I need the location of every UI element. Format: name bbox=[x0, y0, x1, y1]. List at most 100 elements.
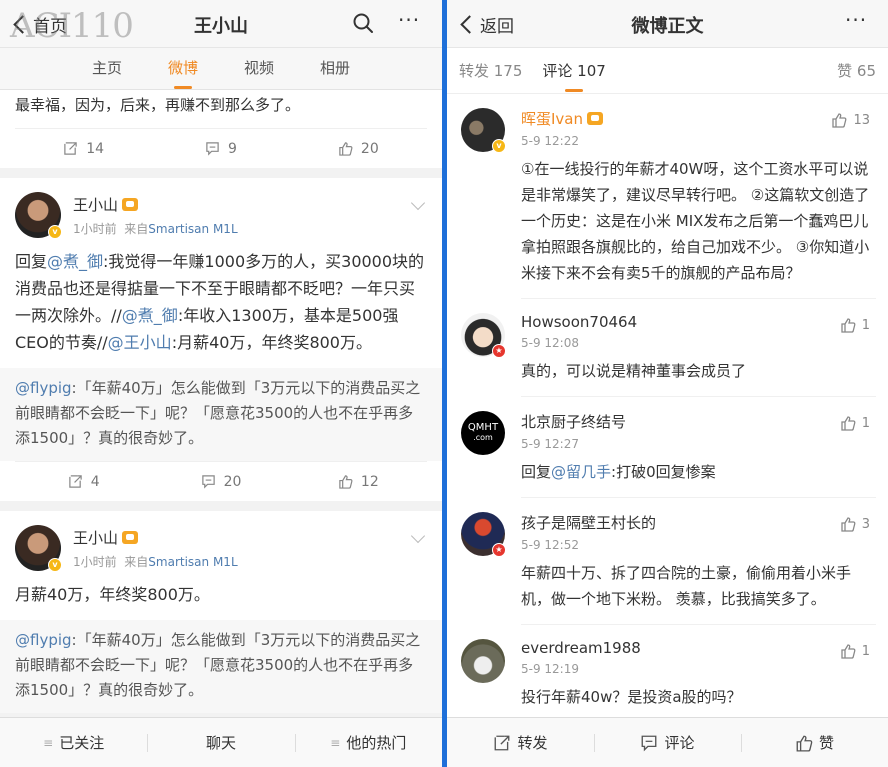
source-link[interactable]: Smartisan M1L bbox=[148, 222, 237, 236]
commenter-name[interactable]: 北京厨子终结号 bbox=[521, 411, 626, 432]
comment-button[interactable]: 9 bbox=[152, 129, 289, 168]
comment-like-count: 1 bbox=[861, 317, 870, 333]
tab-album[interactable]: 相册 bbox=[320, 48, 350, 89]
post-card: v 王小山 1小时前 来自Smartisan M1L 月薪40万，年终奖800万… bbox=[0, 511, 442, 713]
more-button[interactable]: ··· bbox=[398, 10, 420, 30]
repost-button[interactable]: 14 bbox=[15, 129, 152, 168]
mention-link[interactable]: @留几手 bbox=[551, 463, 611, 481]
comment-time: 5-9 12:52 bbox=[521, 538, 579, 552]
comment-time: 5-9 12:27 bbox=[521, 437, 579, 451]
repost-icon bbox=[68, 475, 82, 488]
tab-comments[interactable]: 评论 107 bbox=[542, 48, 606, 94]
avatar[interactable]: v bbox=[461, 108, 506, 153]
avatar[interactable]: QMHT .com bbox=[461, 411, 505, 455]
post-card: v 王小山 1小时前 来自Smartisan M1L 回复@煮_御:我觉得一年赚… bbox=[0, 178, 442, 501]
mention-link[interactable]: @flypig bbox=[15, 631, 72, 649]
text-segment: 回复 bbox=[15, 252, 48, 271]
comment-button[interactable]: 评论 bbox=[594, 732, 741, 753]
comment-like-button[interactable]: 1 bbox=[840, 317, 870, 333]
comment-item: v 晖蛋Ivan 5-9 12:22 ①在一线投行的年薪才40W呀，这个工资水平… bbox=[447, 94, 888, 299]
comment-label: 评论 bbox=[664, 734, 695, 752]
like-button[interactable]: 赞 bbox=[741, 732, 888, 753]
search-button[interactable] bbox=[352, 12, 374, 38]
search-icon bbox=[353, 13, 373, 33]
like-button[interactable]: 12 bbox=[290, 462, 427, 501]
source-link[interactable]: Smartisan M1L bbox=[148, 555, 237, 569]
repost-icon bbox=[64, 142, 77, 155]
comment-text: 回复@留几手:打破0回复惨案 bbox=[521, 459, 876, 485]
avatar[interactable]: v bbox=[15, 525, 62, 572]
comment-like-count: 1 bbox=[861, 415, 870, 431]
thumbs-up-icon bbox=[339, 475, 353, 489]
avatar[interactable]: v bbox=[15, 192, 62, 239]
author-name[interactable]: 王小山 bbox=[73, 194, 118, 215]
repost-button[interactable]: 4 bbox=[15, 462, 152, 501]
post-text: 月薪40万，年终奖800万。 bbox=[15, 585, 210, 604]
mention-link[interactable]: @flypig bbox=[15, 379, 72, 397]
commenter-name[interactable]: everdream1988 bbox=[521, 639, 641, 657]
tab-video[interactable]: 视频 bbox=[244, 48, 274, 89]
member-badge-icon: ★ bbox=[492, 344, 506, 358]
chevron-down-icon[interactable] bbox=[410, 195, 426, 211]
avatar[interactable]: ★ bbox=[461, 313, 506, 358]
commenter-name[interactable]: 晖蛋Ivan bbox=[521, 108, 583, 129]
source-prefix: 来自 bbox=[124, 222, 149, 236]
post-text: 最幸福，因为，后来，再赚不到那么多了。 bbox=[15, 96, 301, 114]
post-card: 最幸福，因为，后来，再赚不到那么多了。 14 9 20 bbox=[0, 90, 442, 168]
mention-link[interactable]: @煮_御 bbox=[122, 306, 178, 325]
commenter-name[interactable]: Howsoon70464 bbox=[521, 313, 637, 331]
menu-lines-icon: ≡ bbox=[330, 735, 341, 750]
thumbs-up-icon bbox=[841, 517, 856, 532]
detail-header: 返回 微博正文 ··· bbox=[447, 0, 888, 48]
repost-count: 14 bbox=[86, 140, 105, 157]
commenter-name[interactable]: 孩子是隔壁王村长的 bbox=[521, 512, 656, 533]
post-time: 1小时前 bbox=[73, 555, 117, 569]
avatar[interactable]: ★ bbox=[461, 512, 506, 557]
hot-posts-button[interactable]: ≡ 他的热门 bbox=[294, 732, 442, 753]
repost-button[interactable]: 转发 bbox=[447, 732, 594, 753]
profile-header: 首页 ACI110 王小山 ··· bbox=[0, 0, 442, 48]
like-label: 赞 bbox=[818, 734, 834, 752]
tab-weibo[interactable]: 微博 bbox=[168, 48, 198, 89]
repost-text: :「年薪40万」怎么能做到「3万元以下的消费品买之前眼睛都不会眨一下」呢？「愿意… bbox=[15, 631, 421, 699]
tab-reposts[interactable]: 转发 175 bbox=[459, 48, 522, 94]
comment-like-button[interactable]: 1 bbox=[840, 643, 870, 659]
mention-link[interactable]: @煮_御 bbox=[47, 252, 103, 271]
comment-button[interactable]: 20 bbox=[152, 462, 289, 501]
tab-home[interactable]: 主页 bbox=[92, 48, 122, 89]
reposted-content[interactable]: @flypig:「年薪40万」怎么能做到「3万元以下的消费品买之前眼睛都不会眨一… bbox=[0, 620, 442, 713]
like-button[interactable]: 20 bbox=[290, 129, 427, 168]
comment-time: 5-9 12:22 bbox=[521, 134, 579, 148]
followed-label: 已关注 bbox=[59, 734, 105, 752]
avatar-logo-text: QMHT bbox=[467, 422, 499, 433]
avatar[interactable] bbox=[461, 639, 505, 683]
comment-like-button[interactable]: 13 bbox=[831, 112, 870, 128]
more-button[interactable]: ··· bbox=[845, 10, 867, 30]
post-actions: 4 20 12 bbox=[15, 461, 427, 501]
repost-icon bbox=[495, 735, 510, 750]
comment-like-button[interactable]: 3 bbox=[840, 516, 870, 532]
repost-text: :「年薪40万」怎么能做到「3万元以下的消费品买之前眼睛都不会眨一下」呢？「愿意… bbox=[15, 379, 421, 447]
post-detail-pane: 返回 微博正文 ··· 转发 175 评论 107 赞 65 v 晖蛋Ivan … bbox=[447, 0, 888, 767]
followed-button[interactable]: ≡ 已关注 bbox=[0, 732, 147, 753]
author-name[interactable]: 王小山 bbox=[73, 527, 118, 548]
comment-text: 投行年薪40w？是投资a股的吗？ bbox=[521, 688, 742, 706]
chat-button[interactable]: 聊天 bbox=[147, 732, 294, 753]
thumbs-up-icon bbox=[841, 644, 856, 659]
mention-link[interactable]: @王小山 bbox=[108, 333, 172, 352]
reposted-content[interactable]: @flypig:「年薪40万」怎么能做到「3万元以下的消费品买之前眼睛都不会眨一… bbox=[0, 368, 442, 461]
chat-label: 聊天 bbox=[205, 734, 236, 752]
comment-like-button[interactable]: 1 bbox=[840, 415, 870, 431]
chevron-down-icon[interactable] bbox=[410, 528, 426, 544]
menu-lines-icon: ≡ bbox=[43, 735, 54, 750]
avatar-logo-subtext: .com bbox=[473, 433, 493, 442]
comment-item: everdream1988 5-9 12:19 投行年薪40w？是投资a股的吗？… bbox=[447, 625, 888, 723]
verified-badge-icon: v bbox=[48, 225, 62, 239]
thumbs-up-icon bbox=[796, 735, 813, 752]
tab-likes[interactable]: 赞 65 bbox=[837, 48, 876, 94]
post-actions: 14 9 20 bbox=[15, 128, 427, 168]
verified-badge-icon: v bbox=[48, 558, 62, 572]
thumbs-up-icon bbox=[841, 416, 856, 431]
comment-item: ★ 孩子是隔壁王村长的 5-9 12:52 年薪四十万、拆了四合院的土豪，偷偷用… bbox=[447, 498, 888, 625]
profile-pane: 首页 ACI110 王小山 ··· 主页 微博 视频 相册 最幸福，因为，后来，… bbox=[0, 0, 442, 767]
